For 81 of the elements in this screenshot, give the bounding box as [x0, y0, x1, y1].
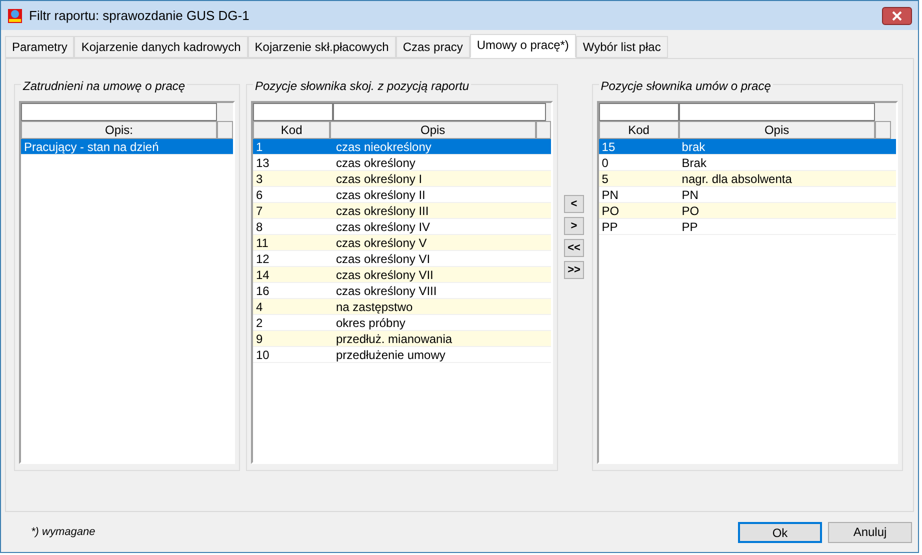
- app-icon: [7, 8, 23, 24]
- table-cell-text: na zastępstwo: [335, 299, 414, 314]
- tab[interactable]: Umowy o pracę*): [470, 34, 576, 58]
- table-cell-text: 10: [255, 347, 270, 362]
- table-cell-text: 11: [255, 235, 270, 250]
- table-cell-text: 12: [255, 251, 270, 266]
- filter-field[interactable]: [21, 103, 217, 121]
- table-cell-text: przedłużenie umowy: [335, 347, 446, 362]
- column-header[interactable]: Opis: [330, 121, 536, 139]
- table-cell-text: 4: [255, 299, 264, 314]
- tab[interactable]: Wybór list płac: [576, 36, 668, 58]
- filter-field[interactable]: [253, 103, 333, 121]
- filter-field[interactable]: [598, 103, 679, 121]
- table-cell-text: czas określony III: [335, 203, 430, 218]
- table-cell-text: Pracujący - stan na dzień: [23, 139, 160, 154]
- table-row[interactable]: 4 na zastępstwo: [253, 299, 551, 315]
- table-cell-text: 8: [255, 219, 264, 234]
- table-cell-text: czas określony V: [335, 235, 428, 250]
- table-cell-text: 2: [255, 315, 264, 330]
- table-row[interactable]: 5 nagr. dla absolwenta: [598, 171, 896, 187]
- tab[interactable]: Kojarzenie danych kadrowych: [74, 36, 248, 58]
- table-cell-text: PN: [600, 187, 620, 202]
- table-cell-text: 0: [600, 155, 610, 170]
- tab[interactable]: Czas pracy: [396, 36, 470, 58]
- table-cell-text: czas określony IV: [335, 219, 432, 234]
- move-button[interactable]: >>: [564, 261, 584, 279]
- dialog-button[interactable]: Ok: [738, 522, 822, 542]
- table-cell-text: 3: [255, 171, 264, 186]
- table-cell-text: nagr. dla absolwenta: [680, 171, 793, 186]
- table-cell-text: czas nieokreślony: [335, 139, 432, 154]
- table-cell-text: czas określony VII: [335, 267, 434, 282]
- move-button[interactable]: >: [564, 217, 584, 235]
- table-row[interactable]: PO PO: [598, 203, 896, 219]
- table-cell-text: 16: [255, 283, 270, 298]
- table-cell-text: 15: [600, 139, 616, 154]
- move-button[interactable]: <: [564, 195, 584, 213]
- table-cell-text: PO: [600, 203, 620, 218]
- table-row[interactable]: PP PP: [598, 219, 896, 235]
- tab[interactable]: Parametry: [5, 36, 74, 58]
- filter-field[interactable]: [333, 103, 546, 121]
- table-row[interactable]: 15 brak: [598, 139, 896, 155]
- dialog-button[interactable]: Anuluj: [828, 522, 912, 542]
- column-header[interactable]: Opis: [678, 121, 875, 139]
- table-cell-text: 7: [255, 203, 264, 218]
- table-cell-text: PP: [680, 219, 699, 234]
- table-row[interactable]: 1 czas nieokreślony: [253, 139, 551, 155]
- table-cell-text: czas określony I: [335, 171, 424, 186]
- table-cell-text: Brak: [680, 155, 708, 170]
- column-header[interactable]: Kod: [598, 121, 679, 139]
- table-cell-text: PP: [600, 219, 619, 234]
- table-row[interactable]: 14 czas określony VII: [253, 267, 551, 283]
- table-cell-text: czas określony II: [335, 187, 426, 202]
- table-cell-text: 1: [255, 139, 264, 154]
- table-row[interactable]: 11 czas określony V: [253, 235, 551, 251]
- table-row[interactable]: Pracujący - stan na dzień: [21, 139, 233, 155]
- table-cell-text: czas określony VIII: [335, 283, 438, 298]
- column-header[interactable]: Opis:: [21, 121, 217, 139]
- table-cell-text: PO: [680, 203, 700, 218]
- filter-field[interactable]: [678, 103, 875, 121]
- table-cell-text: 5: [600, 171, 610, 186]
- table-row[interactable]: 10 przedłużenie umowy: [253, 347, 551, 363]
- tab[interactable]: Kojarzenie skł.płacowych: [248, 36, 396, 58]
- table-cell-text: okres próbny: [335, 315, 406, 330]
- table-row[interactable]: 9 przedłuż. mianowania: [253, 331, 551, 347]
- table-cell-text: czas określony: [335, 155, 416, 170]
- table-cell-text: 14: [255, 267, 270, 282]
- table-cell-text: brak: [680, 139, 706, 154]
- table-cell-text: 9: [255, 331, 264, 346]
- table-row[interactable]: 7 czas określony III: [253, 203, 551, 219]
- table-cell-text: 6: [255, 187, 264, 202]
- table-row[interactable]: 3 czas określony I: [253, 171, 551, 187]
- table-cell-text: przedłuż. mianowania: [335, 331, 454, 346]
- close-icon: [892, 11, 902, 22]
- required-note: *) wymagane: [31, 524, 96, 540]
- window-title: Filtr raportu: sprawozdanie GUS DG-1: [29, 6, 250, 25]
- move-button[interactable]: <<: [564, 239, 584, 257]
- table-cell-text: 13: [255, 155, 270, 170]
- close-button[interactable]: [882, 6, 912, 24]
- table-cell-text: czas określony VI: [335, 251, 432, 266]
- column-header[interactable]: Kod: [253, 121, 330, 139]
- table-cell-text: PN: [680, 187, 700, 202]
